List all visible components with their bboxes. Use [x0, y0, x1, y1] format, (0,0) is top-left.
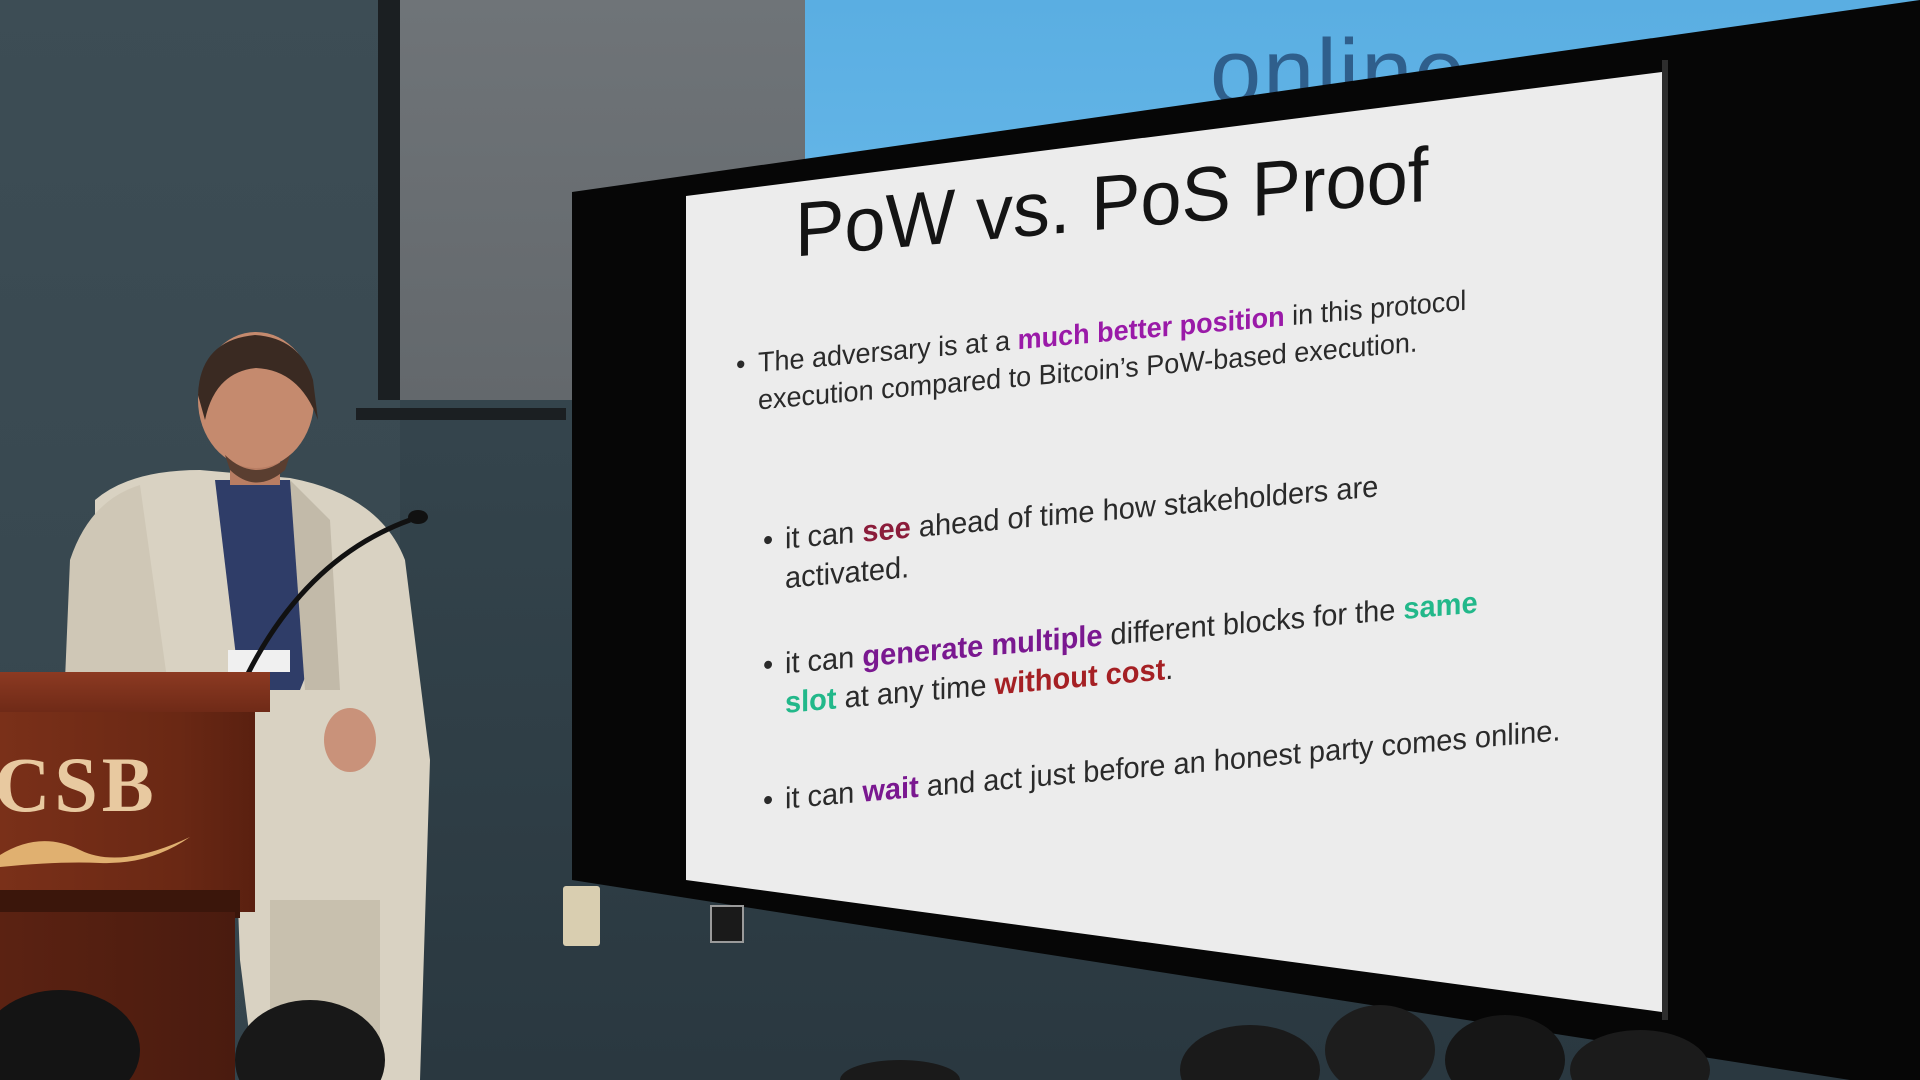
audience [0, 990, 1710, 1080]
audience-head [1570, 1030, 1710, 1080]
audience-head [1325, 1005, 1435, 1080]
audience-head [840, 1060, 960, 1080]
audience-head [235, 1000, 385, 1080]
scene: online PoW vs. PoS Proof • The adversary… [0, 0, 1920, 1080]
audience-head [1445, 1015, 1565, 1080]
audience-head [0, 990, 140, 1080]
audience-head [1180, 1025, 1320, 1080]
